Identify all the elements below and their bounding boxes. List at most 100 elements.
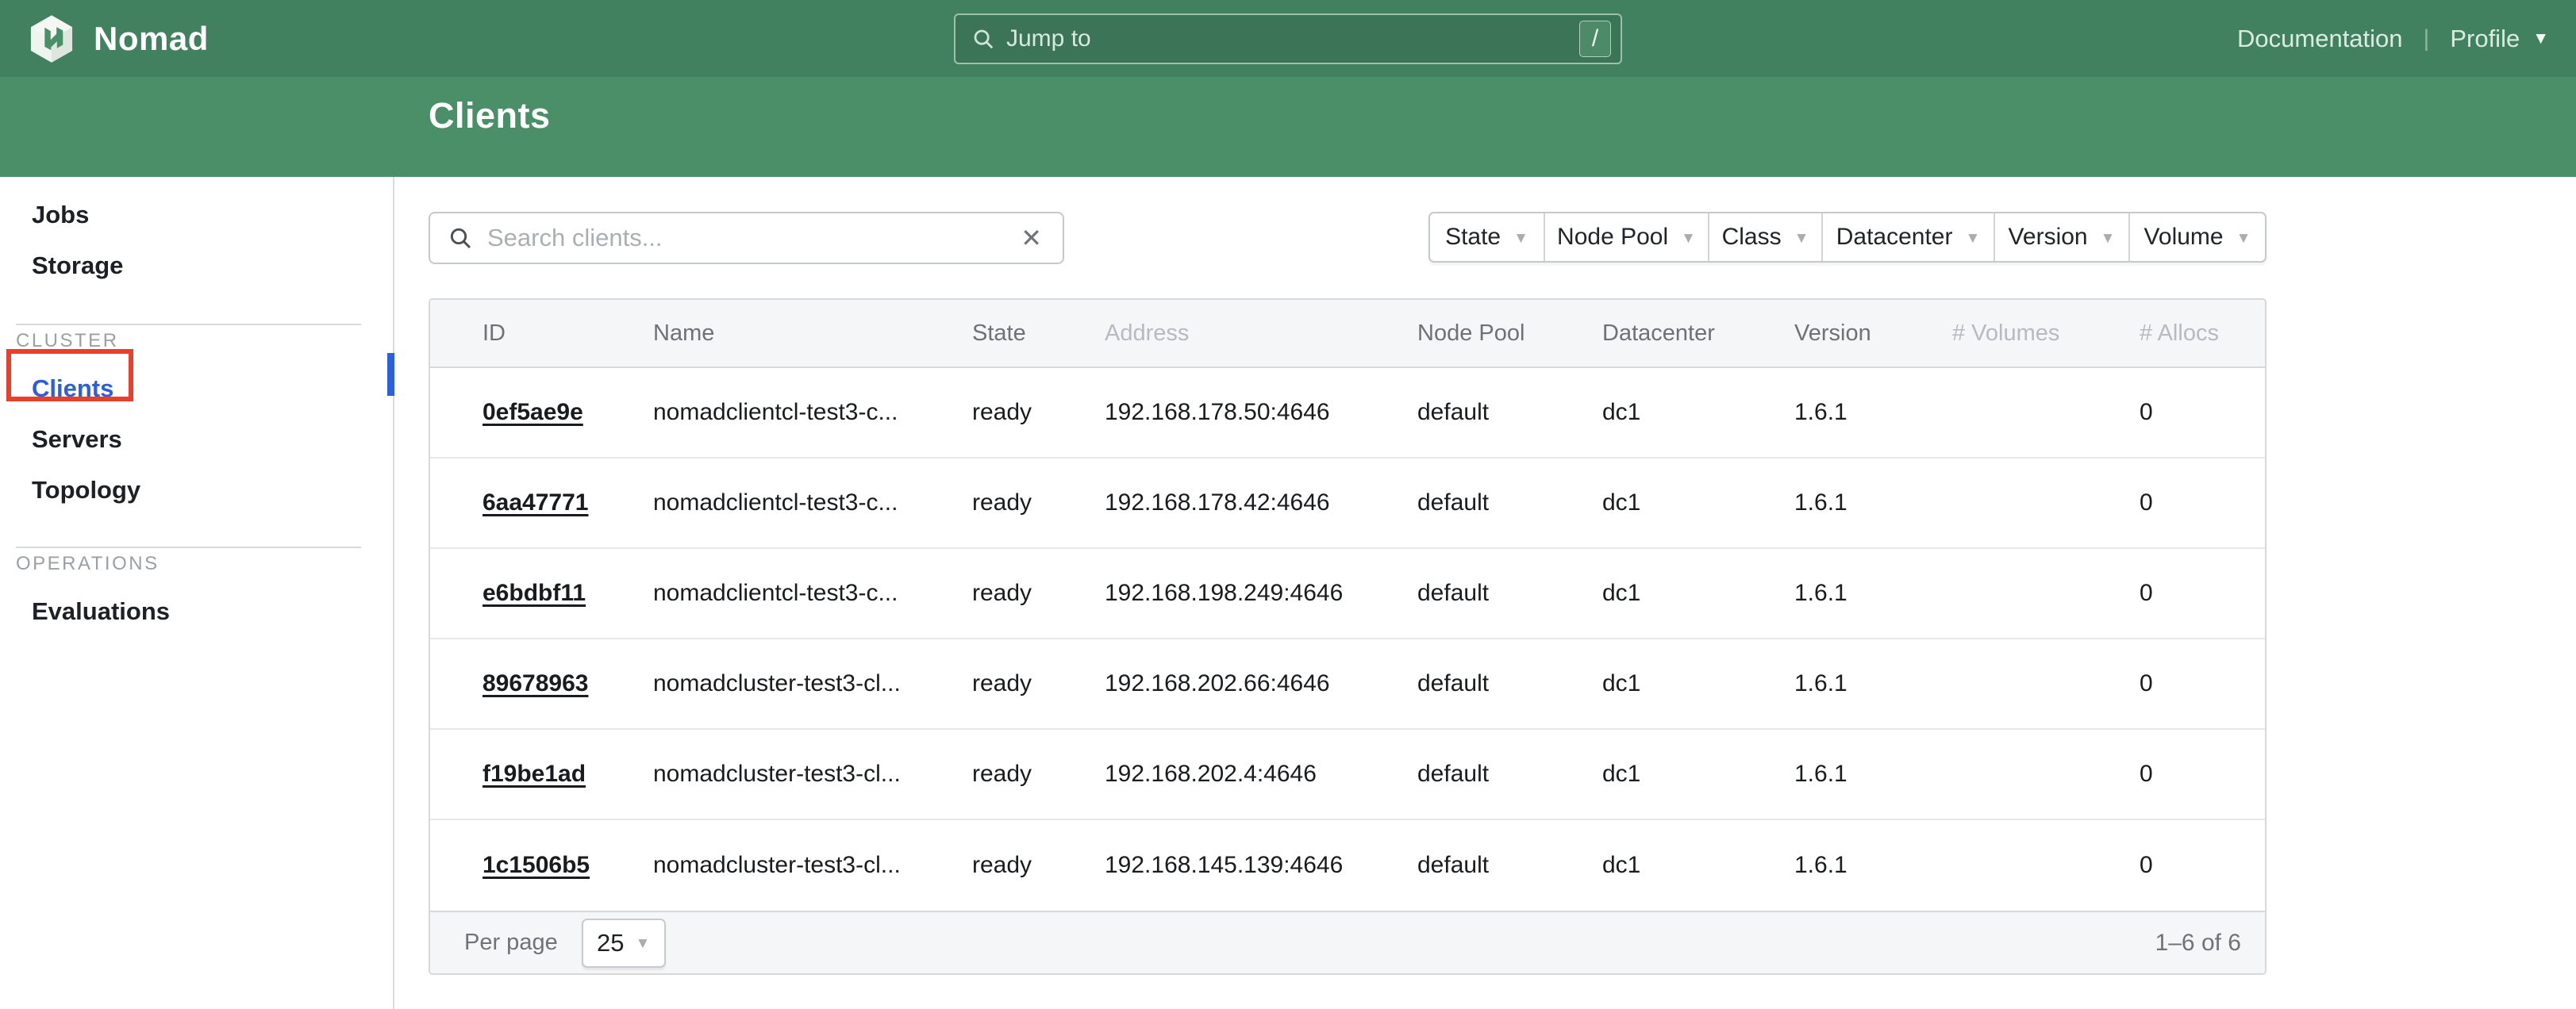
client-name: nomadcluster-test3-cl... bbox=[653, 852, 972, 879]
client-version: 1.6.1 bbox=[1794, 489, 1952, 516]
page-title: Clients bbox=[429, 95, 551, 159]
slash-shortcut-badge: / bbox=[1579, 21, 1611, 57]
sidebar-item-topology[interactable]: Topology bbox=[0, 465, 393, 516]
jump-to-placeholder: Jump to bbox=[1006, 25, 1579, 52]
active-nav-indicator bbox=[387, 353, 394, 396]
table-row[interactable]: 6aa47771 nomadclientcl-test3-c... ready … bbox=[430, 458, 2265, 549]
client-id-link[interactable]: 89678963 bbox=[430, 670, 653, 697]
column-header-allocs: # Allocs bbox=[2140, 320, 2266, 347]
sidebar-item-jobs[interactable]: Jobs bbox=[0, 190, 393, 240]
sidebar: Jobs Storage CLUSTER Clients Servers Top… bbox=[0, 177, 394, 1009]
column-header-address: Address bbox=[1105, 320, 1417, 347]
client-allocs: 0 bbox=[2140, 580, 2266, 607]
client-node-pool: default bbox=[1417, 852, 1602, 879]
documentation-link[interactable]: Documentation bbox=[2237, 25, 2403, 53]
search-icon bbox=[971, 27, 995, 51]
client-name: nomadclientcl-test3-c... bbox=[653, 399, 972, 426]
client-address: 192.168.145.139:4646 bbox=[1105, 852, 1417, 879]
sidebar-heading-cluster: CLUSTER bbox=[0, 325, 393, 357]
sidebar-item-clients[interactable]: Clients bbox=[0, 363, 393, 414]
client-allocs: 0 bbox=[2140, 489, 2266, 516]
table-footer: Per page 25 ▼ 1–6 of 6 bbox=[430, 911, 2265, 973]
clients-search[interactable]: Search clients... ✕ bbox=[429, 212, 1064, 264]
client-allocs: 0 bbox=[2140, 670, 2266, 697]
client-id-link[interactable]: 6aa47771 bbox=[430, 489, 653, 516]
nomad-logo-icon bbox=[27, 14, 76, 63]
client-node-pool: default bbox=[1417, 761, 1602, 788]
client-address: 192.168.202.66:4646 bbox=[1105, 670, 1417, 697]
main-content: Search clients... ✕ State ▼ Node Pool ▼ … bbox=[394, 177, 2576, 1009]
chevron-down-icon: ▼ bbox=[2532, 29, 2549, 48]
column-header-name[interactable]: Name bbox=[653, 320, 972, 347]
client-name: nomadcluster-test3-cl... bbox=[653, 670, 972, 697]
client-version: 1.6.1 bbox=[1794, 670, 1952, 697]
client-id-link[interactable]: f19be1ad bbox=[430, 761, 653, 788]
client-address: 192.168.178.42:4646 bbox=[1105, 489, 1417, 516]
client-name: nomadclientcl-test3-c... bbox=[653, 489, 972, 516]
brand-name: Nomad bbox=[94, 20, 209, 58]
search-placeholder: Search clients... bbox=[487, 224, 1017, 252]
client-datacenter: dc1 bbox=[1602, 489, 1794, 516]
client-state: ready bbox=[972, 580, 1105, 607]
column-header-version[interactable]: Version bbox=[1794, 320, 1952, 347]
client-version: 1.6.1 bbox=[1794, 580, 1952, 607]
column-header-node-pool[interactable]: Node Pool bbox=[1417, 320, 1602, 347]
client-name: nomadclientcl-test3-c... bbox=[653, 580, 972, 607]
nomad-brand[interactable]: Nomad bbox=[27, 14, 209, 63]
filter-volume[interactable]: Volume ▼ bbox=[2128, 213, 2265, 261]
table-row[interactable]: f19be1ad nomadcluster-test3-cl... ready … bbox=[430, 730, 2265, 820]
chevron-down-icon: ▼ bbox=[1965, 230, 1980, 247]
client-allocs: 0 bbox=[2140, 852, 2266, 879]
client-datacenter: dc1 bbox=[1602, 761, 1794, 788]
client-state: ready bbox=[972, 670, 1105, 697]
client-id-link[interactable]: 0ef5ae9e bbox=[430, 399, 653, 426]
client-version: 1.6.1 bbox=[1794, 852, 1952, 879]
nav-separator: | bbox=[2424, 25, 2430, 52]
column-header-datacenter[interactable]: Datacenter bbox=[1602, 320, 1794, 347]
client-state: ready bbox=[972, 852, 1105, 879]
client-id-link[interactable]: e6bdbf11 bbox=[430, 580, 653, 607]
chevron-down-icon: ▼ bbox=[1513, 230, 1528, 247]
sidebar-item-storage[interactable]: Storage bbox=[0, 240, 393, 291]
jump-to-search[interactable]: Jump to / bbox=[954, 13, 1622, 64]
per-page-label: Per page bbox=[464, 930, 558, 956]
client-node-pool: default bbox=[1417, 580, 1602, 607]
clients-table: ID Name State Address Node Pool Datacent… bbox=[429, 298, 2266, 975]
filter-node-pool[interactable]: Node Pool ▼ bbox=[1544, 213, 1708, 261]
per-page-select[interactable]: 25 ▼ bbox=[582, 919, 666, 968]
clear-icon[interactable]: ✕ bbox=[1017, 223, 1045, 253]
filter-state[interactable]: State ▼ bbox=[1430, 213, 1544, 261]
table-row[interactable]: 0ef5ae9e nomadclientcl-test3-c... ready … bbox=[430, 368, 2265, 458]
column-header-id[interactable]: ID bbox=[430, 320, 653, 347]
column-header-volumes: # Volumes bbox=[1952, 320, 2140, 347]
client-node-pool: default bbox=[1417, 399, 1602, 426]
chevron-down-icon: ▼ bbox=[2236, 230, 2251, 247]
filter-datacenter[interactable]: Datacenter ▼ bbox=[1821, 213, 1994, 261]
table-row[interactable]: 89678963 nomadcluster-test3-cl... ready … bbox=[430, 639, 2265, 730]
pagination-range: 1–6 of 6 bbox=[2155, 930, 2241, 957]
client-id-link[interactable]: 1c1506b5 bbox=[430, 852, 653, 879]
filter-class[interactable]: Class ▼ bbox=[1708, 213, 1821, 261]
table-row[interactable]: e6bdbf11 nomadclientcl-test3-c... ready … bbox=[430, 549, 2265, 639]
top-nav: Nomad Jump to / Documentation | Profile … bbox=[0, 0, 2576, 77]
filter-version[interactable]: Version ▼ bbox=[1994, 213, 2128, 261]
client-state: ready bbox=[972, 489, 1105, 516]
client-name: nomadcluster-test3-cl... bbox=[653, 761, 972, 788]
column-header-state[interactable]: State bbox=[972, 320, 1105, 347]
profile-label: Profile bbox=[2450, 25, 2520, 53]
client-version: 1.6.1 bbox=[1794, 761, 1952, 788]
table-row[interactable]: 1c1506b5 nomadcluster-test3-cl... ready … bbox=[430, 820, 2265, 911]
client-allocs: 0 bbox=[2140, 761, 2266, 788]
sidebar-item-evaluations[interactable]: Evaluations bbox=[0, 586, 393, 637]
sidebar-item-servers[interactable]: Servers bbox=[0, 414, 393, 465]
client-datacenter: dc1 bbox=[1602, 399, 1794, 426]
chevron-down-icon: ▼ bbox=[636, 935, 651, 953]
table-body: 0ef5ae9e nomadclientcl-test3-c... ready … bbox=[430, 368, 2265, 911]
chevron-down-icon: ▼ bbox=[2101, 230, 2116, 247]
client-version: 1.6.1 bbox=[1794, 399, 1952, 426]
profile-menu[interactable]: Profile ▼ bbox=[2450, 25, 2549, 53]
client-datacenter: dc1 bbox=[1602, 670, 1794, 697]
sidebar-heading-operations: OPERATIONS bbox=[0, 548, 393, 580]
client-address: 192.168.178.50:4646 bbox=[1105, 399, 1417, 426]
client-node-pool: default bbox=[1417, 489, 1602, 516]
